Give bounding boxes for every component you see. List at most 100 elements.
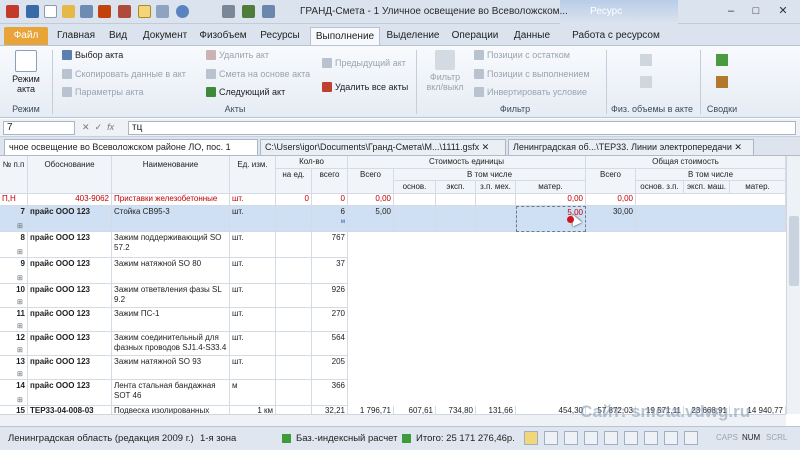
expand-icon[interactable]: ⊞ [17,322,23,330]
undo-icon[interactable] [80,5,93,18]
phys-vol-icon-1[interactable] [640,54,652,66]
view-chart-icon[interactable] [644,431,658,445]
expand-icon[interactable]: ⊞ [17,248,23,256]
cell-unit: шт. [230,356,276,380]
table-row[interactable]: П,Н 403-9062 Приставки железобетонные шт… [0,194,786,206]
smeta-based-button[interactable]: Смета на основе акта [206,69,310,79]
table-row[interactable]: 11 прайс ООО 123 Зажим ПС-1 шт. 270 [0,308,786,332]
expand-icon[interactable]: ⊞ [17,396,23,404]
view-table-icon[interactable] [564,431,578,445]
image-icon[interactable] [118,5,131,18]
fx-icon[interactable]: fx [107,122,114,132]
formula-buttons: ✕ ✓ fx [82,122,114,133]
table-row-selected[interactable]: 7 прайс ООО 123 Стойка СВ95-3 шт. 6м 5,0… [0,206,786,232]
tab-file[interactable]: Файл [4,27,48,46]
view-tree-icon[interactable] [604,431,618,445]
table-row[interactable]: 13 прайс ООО 123 Зажим натяжной SO 93 шт… [0,356,786,380]
close-icon[interactable]: ✕ [482,142,490,152]
open-icon[interactable] [62,5,75,18]
view-settings-icon[interactable] [664,431,678,445]
positions-remainder-button[interactable]: Позиции с остатком [474,50,570,60]
table-row[interactable]: 8 прайс ООО 123 Зажим поддерживающий SO … [0,232,786,258]
edit-icon[interactable] [242,5,255,18]
tab-view[interactable]: Вид [102,27,134,46]
ribbon-panel: Режим акта Режим Выбор акта Скопировать … [0,45,800,118]
minimize-button[interactable]: – [720,3,742,19]
expand-icon[interactable]: ⊞ [17,274,23,282]
cell-num: П,Н [0,194,28,206]
new-icon[interactable] [44,5,57,18]
view-extra-icon[interactable] [684,431,698,445]
expand-icon[interactable]: ⊞ [17,346,23,354]
maximize-button[interactable]: □ [745,3,767,19]
cell-reference-box[interactable]: 7 [3,121,75,135]
positions-completed-button[interactable]: Позиции с выполнением [474,69,590,79]
next-act-button[interactable]: Следующий акт [206,87,285,97]
cell-basis: ТЕР33-04-008-03 [28,406,112,414]
cell-unit-total: 0,00 [348,194,394,206]
table-row[interactable]: 9 прайс ООО 123 Зажим натяжной SO 80 шт.… [0,258,786,284]
tab-operations[interactable]: Операции [446,27,504,46]
cell-name: Приставки железобетонные [112,194,230,206]
table-row[interactable]: 12 прайс ООО 123 Зажим соединительный дл… [0,332,786,356]
cell-empty [394,194,436,206]
tab-execution[interactable]: Выполнение [310,27,380,46]
copy-data-button[interactable]: Скопировать данные в акт [62,69,186,79]
tab-resource-work[interactable]: Работа с ресурсом [562,27,670,46]
act-params-button[interactable]: Параметры акта [62,87,144,97]
view-sum-icon[interactable] [624,431,638,445]
view-list-icon[interactable] [544,431,558,445]
table-row[interactable]: 10 прайс ООО 123 Зажим ответвления фазы … [0,284,786,308]
filter-toggle-button[interactable]: Фильтр вкл/выкл [422,50,468,100]
summary-icon-1[interactable] [716,54,728,66]
cell-total-total: 0,00 [586,194,636,206]
tab-document[interactable]: Документ [138,27,192,46]
completed-icon [474,69,484,79]
tab-data[interactable]: Данные [508,27,556,46]
tab-home[interactable]: Главная [52,27,100,46]
page-icon[interactable] [138,5,151,18]
summary-icon-2[interactable] [716,76,728,88]
tab-physvol[interactable]: Физобъем [196,27,250,46]
print-icon[interactable] [156,5,169,18]
chart-icon[interactable] [262,5,275,18]
status-num: NUM [742,433,761,442]
phys-vol-icon-2[interactable] [640,76,652,88]
expand-icon[interactable]: ⊞ [17,370,23,378]
view-grid-icon[interactable] [584,431,598,445]
doc-tab-estimate[interactable]: чное освещение во Всеволожском районе ЛО… [4,139,258,155]
header-total-base-wage: основ. з.п. [636,181,684,194]
vertical-scrollbar[interactable] [786,156,800,414]
cell-mat: 0,00 [516,194,586,206]
cell-qty-unit: м [340,219,345,225]
header-qty-per-unit: на ед. [276,169,312,194]
delete-all-button[interactable]: Удалить все акты [322,82,408,92]
tab-resources[interactable]: Ресурсы [254,27,306,46]
separator [416,50,417,114]
formula-input[interactable]: тц [128,121,796,135]
delete-act-button[interactable]: Удалить акт [206,50,269,60]
refresh-icon[interactable] [176,5,189,18]
header-total-total: Всего [586,169,636,194]
doc-tab-ter[interactable]: Ленинградская об...\ТЕР33. Линии электро… [508,139,754,155]
cancel-icon[interactable]: ✕ [82,122,90,132]
doc-tab-file[interactable]: C:\Users\igor\Documents\Гранд-Смета\М...… [260,139,506,155]
save-icon[interactable] [26,5,39,18]
select-act-button[interactable]: Выбор акта [62,50,123,60]
tab-selection[interactable]: Выделение [384,27,442,46]
expand-icon[interactable]: ⊞ [17,222,23,230]
mode-button[interactable]: Режим акта [6,50,46,100]
prev-act-button[interactable]: Предыдущий акт [322,58,406,68]
tool-icon[interactable] [222,5,235,18]
expand-icon[interactable]: ⊞ [17,298,23,306]
close-button[interactable]: ✕ [772,3,794,19]
cell-unit: шт. [230,332,276,356]
close-icon[interactable]: ✕ [734,142,742,152]
scrollbar-thumb[interactable] [789,216,799,286]
confirm-icon[interactable]: ✓ [95,122,103,132]
view-page-icon[interactable] [524,431,538,445]
header-unit: Ед. изм. [230,156,276,194]
invert-condition-button[interactable]: Инвертировать условие [474,87,587,97]
window-title: ГРАНД-Смета - 1 Уличное освещение во Все… [300,6,568,17]
tools-icon[interactable] [98,5,111,18]
